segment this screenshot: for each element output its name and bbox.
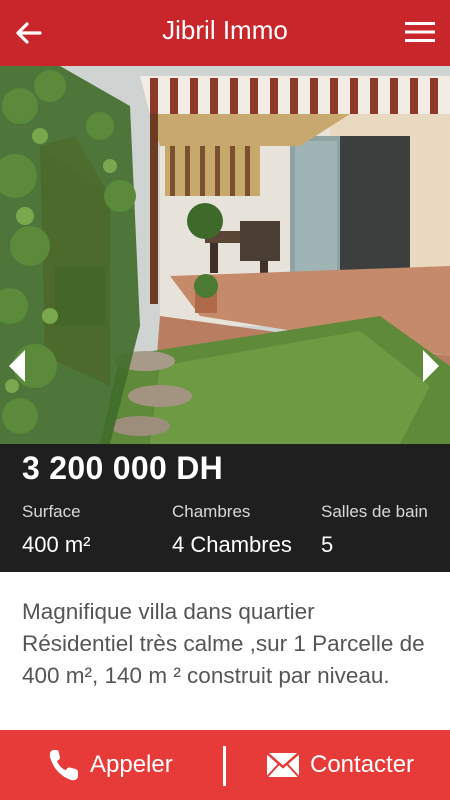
listing-info-panel: 3 200 000 DH Surface 400 m² Chambres 4 C… <box>0 444 450 572</box>
bottom-action-bar: Appeler Contacter <box>0 730 450 800</box>
stat-label: Surface <box>22 502 81 521</box>
contact-button[interactable]: Contacter <box>266 730 414 800</box>
envelope-icon <box>266 752 300 778</box>
chevron-right-icon <box>423 350 439 382</box>
app-title: Jibril Immo <box>162 15 288 45</box>
chevron-left-icon <box>9 350 25 382</box>
price: 3 200 000 DH <box>22 450 224 486</box>
stat-value: 5 <box>321 532 334 557</box>
app-bar: Jibril Immo <box>0 0 450 66</box>
next-photo-button[interactable] <box>416 346 446 386</box>
stat-value: 400 m² <box>22 532 91 557</box>
previous-photo-button[interactable] <box>2 346 32 386</box>
stat-label: Chambres <box>172 502 251 521</box>
call-button[interactable]: Appeler <box>48 730 173 800</box>
stat-salles-de-bain: Salles de bain 5 <box>321 502 428 558</box>
stat-surface: Surface 400 m² <box>22 502 90 558</box>
property-photo[interactable] <box>0 66 450 444</box>
call-label: Appeler <box>90 751 173 778</box>
stat-value: 4 Chambres <box>172 532 292 557</box>
phone-icon <box>48 748 80 782</box>
hamburger-menu-icon <box>405 22 435 42</box>
stat-chambres: Chambres 4 Chambres <box>172 502 292 558</box>
action-divider <box>223 746 226 786</box>
property-image <box>0 66 450 444</box>
stat-label: Salles de bain <box>321 502 428 521</box>
contact-label: Contacter <box>310 751 415 778</box>
listing-description: Magnifique villa dans quartier Résidenti… <box>22 599 425 688</box>
menu-button[interactable] <box>402 14 438 50</box>
